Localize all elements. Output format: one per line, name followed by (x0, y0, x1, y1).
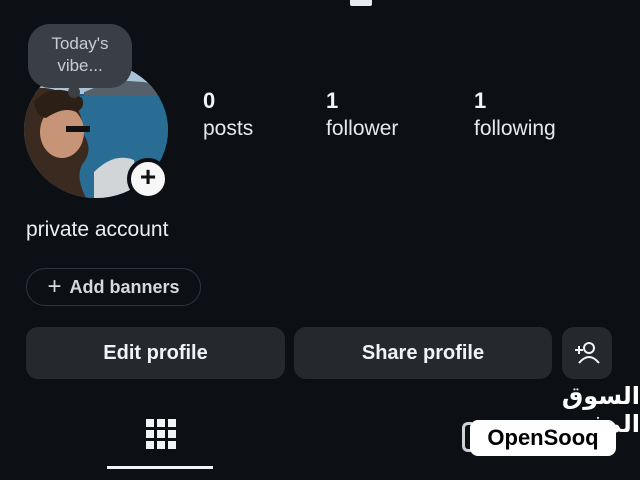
posts-label: posts (203, 117, 254, 140)
posts-count: 0 (203, 88, 216, 113)
watermark-logo: OpenSooq (470, 420, 616, 456)
share-profile-button[interactable]: Share profile (294, 327, 552, 379)
share-profile-label: Share profile (361, 341, 485, 364)
edit-profile-button[interactable]: Edit profile (26, 327, 285, 379)
stat-posts[interactable]: 0 posts (203, 88, 253, 144)
followers-count: 1 (326, 88, 339, 113)
followers-label: follower (326, 117, 399, 140)
plus-icon: + (47, 273, 62, 300)
edit-profile-label: Edit profile (103, 341, 208, 364)
stat-followers[interactable]: 1 follower (326, 88, 398, 144)
add-person-icon (575, 342, 600, 364)
stat-following[interactable]: 1 following (474, 88, 556, 144)
following-count: 1 (474, 88, 487, 113)
status-indicator (350, 0, 372, 6)
active-tab-indicator (107, 466, 213, 469)
profile-bio: private account (26, 218, 169, 241)
plus-icon: + (139, 161, 157, 192)
note-text: Today's vibe... (51, 34, 109, 75)
add-story-button[interactable]: + (127, 158, 169, 200)
note-bubble[interactable]: Today's vibe... (28, 24, 132, 98)
add-banners-button[interactable]: + Add banners (26, 268, 201, 306)
grid-icon[interactable] (145, 418, 177, 450)
following-label: following (474, 117, 556, 140)
add-banners-label: Add banners (69, 276, 180, 297)
discover-people-button[interactable] (562, 327, 612, 379)
